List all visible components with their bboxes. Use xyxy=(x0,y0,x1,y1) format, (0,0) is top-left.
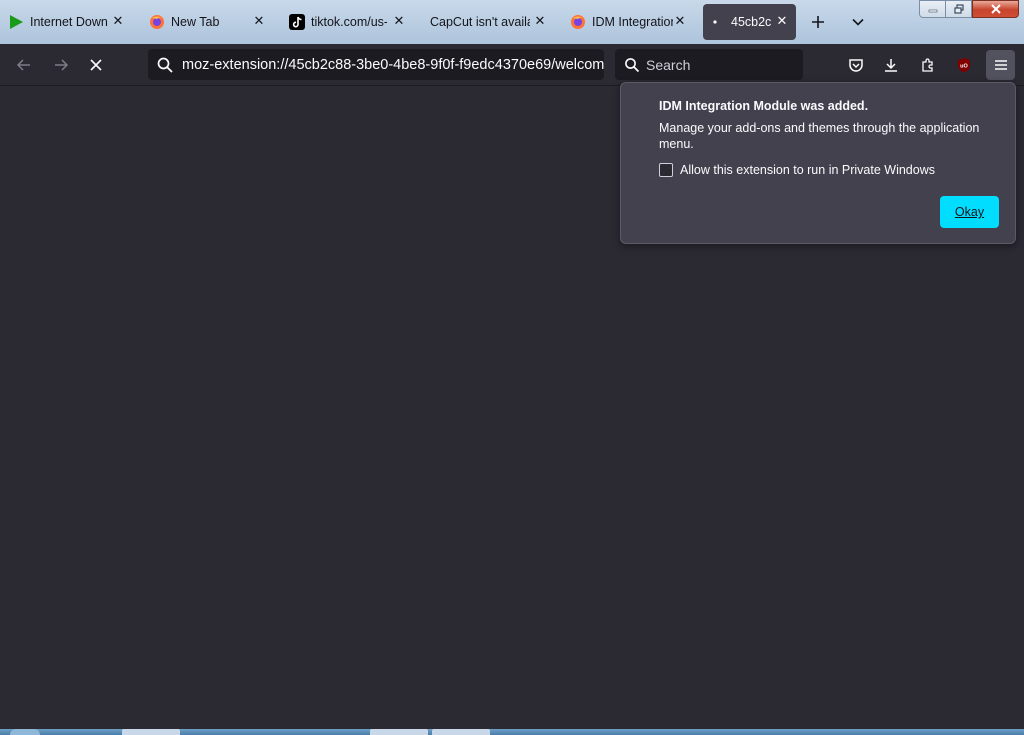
tab-label: IDM Integration xyxy=(592,15,673,29)
forward-button[interactable] xyxy=(48,52,74,78)
tab-label: 45cb2c xyxy=(731,15,772,29)
tab-label: Internet Downlo xyxy=(30,15,108,29)
tab-label: tiktok.com/us- xyxy=(311,15,387,29)
pocket-icon xyxy=(849,59,863,72)
restore-icon xyxy=(953,4,964,14)
ublock-origin-button[interactable]: uO xyxy=(951,52,977,78)
windows-taskbar xyxy=(0,729,1024,735)
addon-installed-notification: IDM Integration Module was added. Manage… xyxy=(620,82,1016,244)
taskbar-item[interactable] xyxy=(432,729,490,735)
list-all-tabs-button[interactable] xyxy=(844,8,872,36)
tab-label: CapCut isn't availab xyxy=(430,15,530,29)
extensions-button[interactable] xyxy=(915,52,941,78)
close-window-button[interactable] xyxy=(972,0,1019,18)
stop-button[interactable] xyxy=(83,52,109,78)
tiktok-icon xyxy=(289,14,305,30)
url-bar[interactable]: moz-extension://45cb2c88-3be0-4be8-9f0f-… xyxy=(148,49,604,80)
stop-x-icon xyxy=(90,59,102,71)
search-placeholder: Search xyxy=(646,56,691,73)
back-arrow-icon xyxy=(16,59,30,71)
loading-dot-icon xyxy=(713,20,717,24)
minimize-button[interactable] xyxy=(919,0,946,18)
notification-title: IDM Integration Module was added. xyxy=(659,99,869,113)
tab-capcut[interactable]: CapCut isn't availab ✕ xyxy=(430,4,552,40)
okay-button[interactable]: Okay xyxy=(940,196,999,228)
navigation-toolbar: moz-extension://45cb2c88-3be0-4be8-9f0f-… xyxy=(0,44,1024,86)
firefox-icon xyxy=(150,15,164,29)
close-tab-icon[interactable]: ✕ xyxy=(391,13,407,29)
restore-button[interactable] xyxy=(946,0,972,18)
private-windows-option[interactable]: Allow this extension to run in Private W… xyxy=(659,163,935,177)
forward-arrow-icon xyxy=(55,59,69,71)
ublock-shield-icon: uO xyxy=(958,58,970,73)
back-button[interactable] xyxy=(11,52,37,78)
search-icon xyxy=(625,57,640,72)
tab-tiktok[interactable]: tiktok.com/us- ✕ xyxy=(289,4,411,40)
pocket-button[interactable] xyxy=(843,52,869,78)
puzzle-piece-icon xyxy=(922,58,933,72)
tab-idm-integration[interactable]: IDM Integration ✕ xyxy=(570,4,692,40)
new-tab-button[interactable] xyxy=(804,8,832,36)
close-tab-icon[interactable]: ✕ xyxy=(774,13,790,29)
tab-new-tab[interactable]: New Tab ✕ xyxy=(149,4,271,40)
plus-icon xyxy=(812,16,824,28)
taskbar-start-orb[interactable] xyxy=(10,729,40,735)
close-tab-icon[interactable]: ✕ xyxy=(110,13,126,29)
close-tab-icon[interactable]: ✕ xyxy=(532,13,548,29)
close-tab-icon[interactable]: ✕ xyxy=(251,13,267,29)
minimize-icon xyxy=(928,9,937,13)
close-icon xyxy=(990,4,1001,14)
tab-label: New Tab xyxy=(171,15,220,29)
download-icon xyxy=(885,59,897,72)
private-windows-checkbox-label[interactable]: Allow this extension to run in Private W… xyxy=(680,163,935,177)
private-windows-checkbox[interactable] xyxy=(659,163,673,177)
tab-internet-download-manager[interactable]: Internet Downlo ✕ xyxy=(8,4,130,40)
tab-moz-extension-active[interactable]: 45cb2c ✕ xyxy=(703,4,796,40)
taskbar-item[interactable] xyxy=(370,729,428,735)
taskbar-item[interactable] xyxy=(122,729,180,735)
downloads-button[interactable] xyxy=(878,52,904,78)
close-tab-icon[interactable]: ✕ xyxy=(672,13,688,29)
application-menu-button[interactable] xyxy=(986,50,1015,80)
chevron-down-icon xyxy=(852,18,864,26)
search-icon xyxy=(157,57,173,73)
firefox-icon xyxy=(571,15,585,29)
idm-play-icon xyxy=(10,15,23,29)
url-text[interactable]: moz-extension://45cb2c88-3be0-4be8-9f0f-… xyxy=(182,57,604,73)
tab-strip: Internet Downlo ✕ New Tab ✕ tiktok.com/u… xyxy=(0,0,1024,44)
notification-description: Manage your add-ons and themes through t… xyxy=(659,121,980,151)
hamburger-menu-icon xyxy=(994,60,1007,70)
svg-text:uO: uO xyxy=(960,64,968,70)
search-bar[interactable]: Search xyxy=(615,49,803,80)
